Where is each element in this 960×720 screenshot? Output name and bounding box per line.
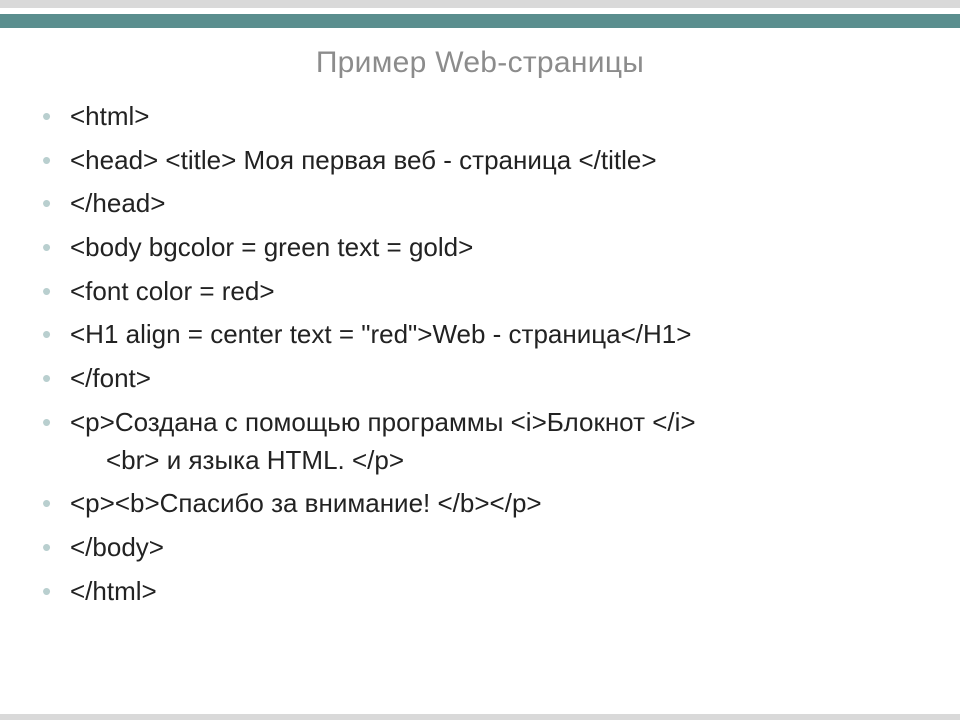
list-item: </html>	[42, 573, 930, 611]
list-item-line2: <br> и языка HTML. </p>	[70, 442, 930, 480]
border-light-1	[0, 0, 960, 8]
list-item: </font>	[42, 360, 930, 398]
slide-title: Пример Web-страницы	[0, 46, 960, 80]
list-item: <head> <title> Моя первая веб - страница…	[42, 142, 930, 180]
bullet-list: <html> <head> <title> Моя первая веб - с…	[0, 98, 960, 610]
list-item: <body bgcolor = green text = gold>	[42, 229, 930, 267]
list-item: </body>	[42, 529, 930, 567]
list-item: <H1 align = center text = "red">Web - ст…	[42, 316, 930, 354]
list-item: <p>Создана с помощью программы <i>Блокно…	[42, 404, 930, 479]
list-item: <html>	[42, 98, 930, 136]
decorative-top-border	[0, 0, 960, 28]
list-item-line1: <p>Создана с помощью программы <i>Блокно…	[70, 407, 696, 437]
list-item: </head>	[42, 185, 930, 223]
slide-container: Пример Web-страницы <html> <head> <title…	[0, 0, 960, 720]
list-item: <p><b>Спасибо за внимание! </b></p>	[42, 485, 930, 523]
border-teal	[0, 14, 960, 28]
list-item: <font color = red>	[42, 273, 930, 311]
